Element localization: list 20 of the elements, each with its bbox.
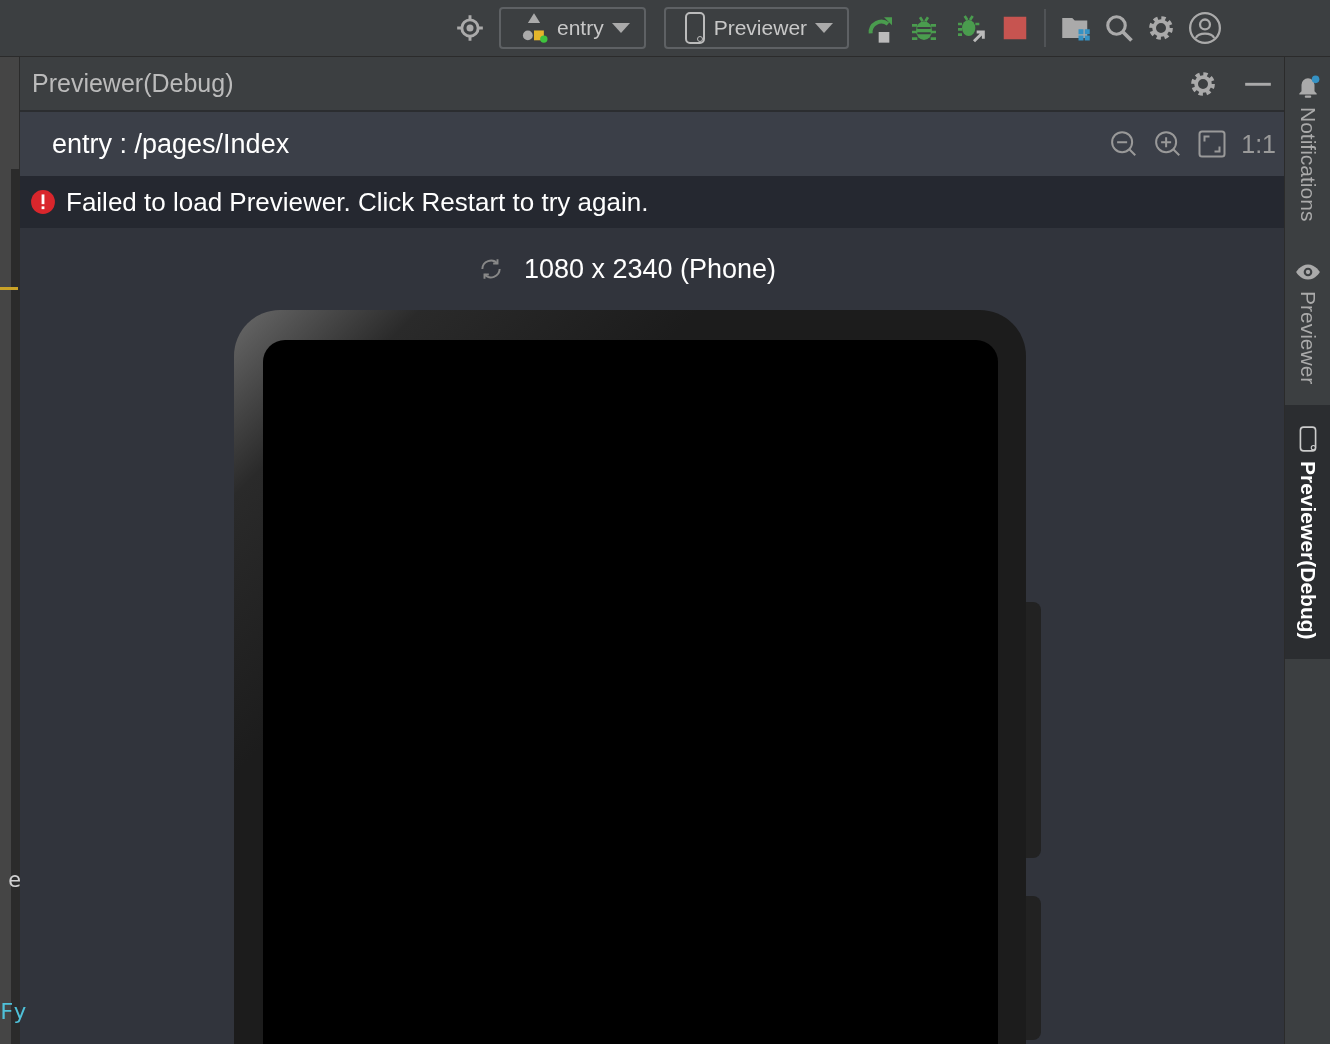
page-path: entry : /pages/Index	[52, 128, 291, 160]
device-label: 1080 x 2340 (Phone)	[523, 253, 777, 285]
caret-icon	[611, 23, 630, 33]
fit-screen-icon[interactable]	[1197, 129, 1228, 159]
account-icon[interactable]	[1188, 11, 1223, 45]
error-icon[interactable]	[30, 189, 56, 215]
code-fragment: e	[8, 867, 22, 892]
panel-title: Previewer(Debug)	[32, 69, 235, 98]
error-message: Failed to load Previewer. Click Restart to try again.	[66, 186, 649, 218]
code-fragment: Fy	[0, 999, 27, 1024]
side-tab[interactable]: Previewer	[1285, 241, 1330, 405]
actual-size-button[interactable]: 1:1	[1241, 129, 1276, 159]
target-icon[interactable]	[456, 14, 484, 42]
phone-icon	[683, 12, 706, 44]
search-icon[interactable]	[1104, 13, 1135, 43]
caret-icon	[815, 23, 834, 33]
run-config-dropdown[interactable]: entry	[499, 7, 646, 49]
side-tab[interactable]: Previewer(Debug)	[1285, 404, 1330, 660]
side-tab[interactable]: Notifications	[1285, 57, 1330, 242]
device-dropdown[interactable]: Previewer	[663, 7, 850, 49]
